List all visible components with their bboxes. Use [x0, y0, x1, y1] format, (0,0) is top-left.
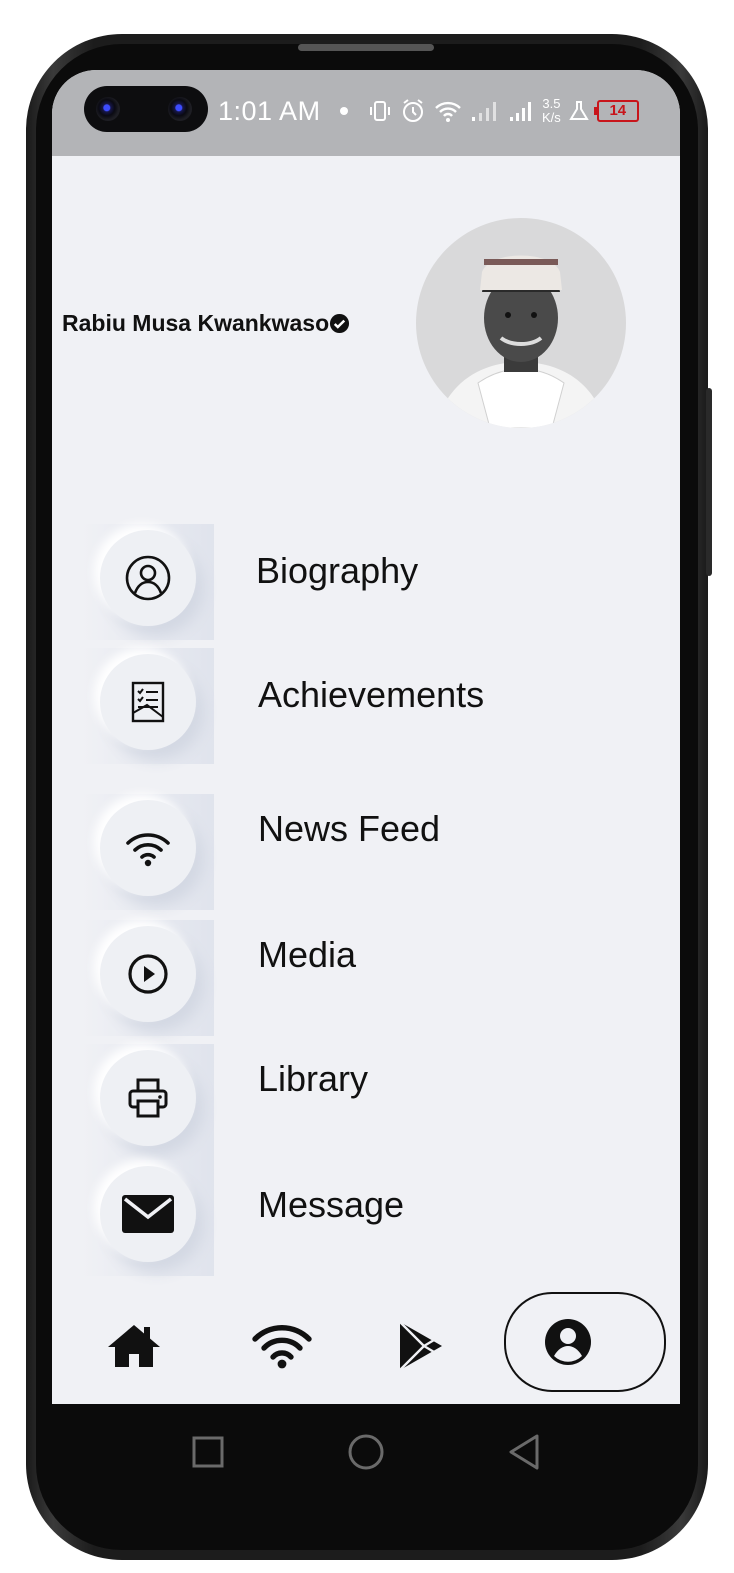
bottom-navigation	[52, 1274, 680, 1404]
menu-label-achievements: Achievements	[258, 674, 485, 715]
alarm-icon	[403, 99, 423, 122]
nav-feed[interactable]	[250, 1314, 314, 1378]
play-circle-icon	[128, 954, 168, 994]
menu-item-achievements[interactable]: Achievements	[82, 648, 642, 764]
menu-label-library: Library	[258, 1058, 369, 1099]
checklist-document-icon	[131, 681, 165, 723]
verified-badge-icon	[330, 313, 350, 334]
signal-icon	[472, 102, 496, 121]
wifi-icon	[252, 1325, 312, 1369]
menu-item-message[interactable]: Message	[82, 1160, 642, 1276]
wifi-icon	[126, 833, 170, 867]
envelope-icon	[122, 1195, 174, 1233]
account-circle-icon	[545, 1319, 591, 1365]
menu-label-media: Media	[258, 934, 357, 975]
wifi-icon	[435, 101, 461, 122]
system-home-button[interactable]	[342, 1428, 390, 1476]
recents-square-icon	[192, 1436, 224, 1468]
system-back-button[interactable]	[500, 1428, 548, 1476]
person-circle-icon	[125, 555, 171, 601]
nav-profile-active[interactable]	[504, 1292, 666, 1392]
system-navigation-bar	[52, 1404, 680, 1504]
menu-item-media[interactable]: Media	[82, 920, 642, 1036]
play-store-icon	[399, 1321, 442, 1371]
menu-item-library[interactable]: Library	[82, 1044, 642, 1160]
status-time: 1:01 AM	[218, 96, 321, 126]
profile-avatar	[416, 218, 626, 428]
punch-hole-camera	[84, 86, 208, 132]
system-recents-button[interactable]	[184, 1428, 232, 1476]
app-screen: 1:01 AM 3.5 K/s 14 Rabiu Musa Kwankwaso	[52, 70, 680, 1404]
status-icons: 3.5 K/s 14	[340, 94, 639, 128]
signal-icon	[510, 102, 531, 121]
printer-icon	[128, 1078, 168, 1118]
menu-item-biography[interactable]: Biography	[82, 524, 642, 640]
avatar	[436, 255, 606, 428]
back-triangle-icon	[509, 1434, 539, 1470]
menu-label-news-feed: News Feed	[258, 808, 441, 849]
nav-play-store[interactable]	[388, 1314, 452, 1378]
menu-label-message: Message	[258, 1184, 405, 1225]
notification-dot	[340, 107, 348, 115]
home-icon	[108, 1325, 160, 1367]
menu-item-news-feed[interactable]: News Feed	[82, 794, 642, 910]
nav-home[interactable]	[102, 1314, 166, 1378]
battery-icon: 14	[593, 100, 639, 122]
vibrate-icon	[370, 101, 390, 121]
status-bar: 1:01 AM 3.5 K/s 14	[52, 70, 680, 156]
profile-name: Rabiu Musa Kwankwaso	[62, 310, 350, 337]
speaker-grill	[298, 44, 434, 51]
menu-label-biography: Biography	[256, 550, 419, 591]
home-circle-icon	[348, 1434, 384, 1470]
lab-icon	[569, 101, 589, 120]
side-button	[706, 388, 712, 576]
network-speed: 3.5 K/s	[542, 96, 561, 125]
